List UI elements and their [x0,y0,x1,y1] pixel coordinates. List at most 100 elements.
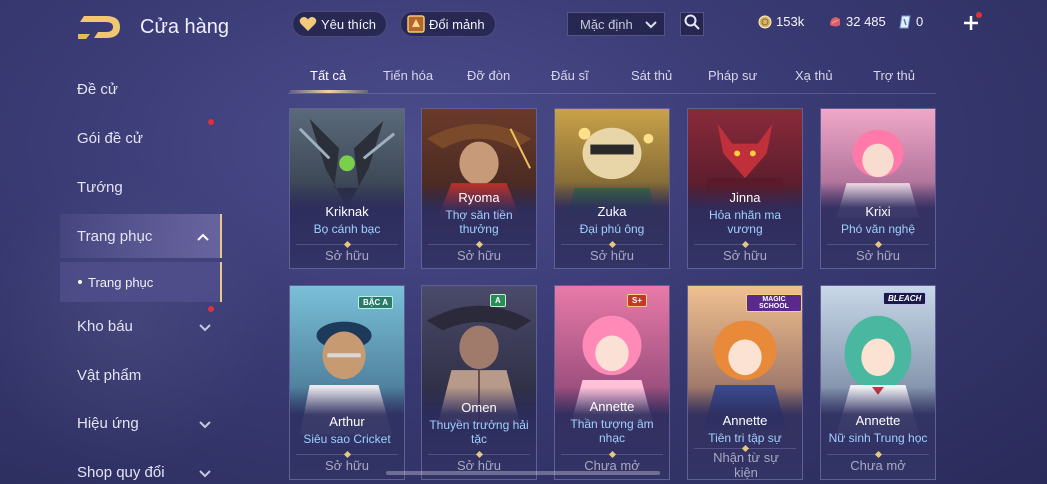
hero-name: Annette [722,413,768,428]
chevron-up-icon [196,230,210,247]
hero-name: Kriknak [325,204,369,219]
sidebar-item-recommended-packs[interactable]: Gói đề cử [60,116,222,160]
favorite-label: Yêu thích [321,16,376,32]
sidebar-item-label: Shop quy đổi [77,463,165,481]
hero-name: Annette [855,413,901,428]
favorite-button[interactable]: Yêu thích [292,11,387,37]
ownership-status: Nhận từ sự kiện [713,450,779,480]
notification-dot [208,306,214,312]
tab-support[interactable]: Trợ thủ [873,68,915,83]
skin-name: Hỏa nhãn ma vương [708,208,782,236]
skin-card[interactable]: Ryoma Thợ săn tiền thưởng Sở hữu [421,108,537,269]
chevron-down-icon [198,466,212,483]
chevron-down-icon [198,417,212,434]
collection-badge: BLEACH [883,292,927,305]
sort-dropdown[interactable]: Mặc định [567,12,665,36]
skin-name: Thần tượng âm nhạc [570,417,654,445]
sidebar-subitem-label: Trang phục [88,274,154,290]
skin-name: Tiên tri tập sự [708,431,782,445]
hero-name: Jinna [729,190,761,205]
voucher-counter: 32 485 [828,14,886,29]
heart-icon [299,15,317,33]
hero-name: Zuka [597,204,627,219]
top-up-button[interactable] [960,12,982,34]
skin-card[interactable]: Zuka Đại phú ông Sở hữu [554,108,670,269]
sort-value: Mặc định [580,16,633,32]
skin-name: Đại phú ông [579,222,645,236]
chevron-down-icon [198,320,212,337]
sidebar-item-label: Vật phẩm [77,366,142,384]
skin-name: Bọ cánh bạc [313,222,381,236]
active-tab-indicator [290,90,368,93]
search-button[interactable] [680,12,704,36]
sidebar-item-label: Hiệu ứng [77,414,139,432]
gold-counter: 153k [758,14,804,29]
bullet-icon [78,280,82,284]
voucher-icon [828,15,842,29]
skin-card[interactable]: BẬC A Arthur Siêu sao Cricket Sở hữu [289,285,405,480]
sidebar-item-label: Tướng [77,178,123,196]
sidebar-item-heroes[interactable]: Tướng [60,165,222,209]
ownership-status: Sở hữu [723,248,767,263]
sidebar-item-label: Đề cử [77,80,118,98]
quan-huy-counter: 0 [898,14,923,29]
tier-badge: BẬC A [358,296,394,309]
search-icon [684,14,700,35]
hero-name: Ryoma [458,190,500,205]
tab-marksman[interactable]: Xạ thủ [795,68,833,83]
skin-card[interactable]: Jinna Hỏa nhãn ma vương Sở hữu [687,108,803,269]
sidebar-item-label: Trang phục [77,227,153,245]
sidebar-item-recommended[interactable]: Đề cử [60,67,222,111]
sidebar-item-skins[interactable]: Trang phục [60,214,222,258]
skin-name: Thuyền trưởng hải tặc [429,418,529,446]
skin-name: Nữ sinh Trung học [828,431,928,445]
hero-name: Krixi [865,204,891,219]
ownership-status: Sở hữu [325,248,369,263]
sidebar-item-effects[interactable]: Hiệu ứng [60,401,222,445]
gold-amount: 153k [776,14,805,29]
chevron-down-icon [644,18,658,35]
tab-all[interactable]: Tất cả [310,68,346,83]
sidebar-item-items[interactable]: Vật phẩm [60,353,222,397]
tab-fighter[interactable]: Đấu sĩ [551,68,589,83]
back-logo-icon[interactable] [76,14,122,40]
skin-card[interactable]: A Omen Thuyền trưởng hải tặc Sở hữu [421,285,537,480]
collection-badge: MAGIC SCHOOL [746,294,802,312]
hero-name: Annette [589,399,635,414]
fragment-box-icon [407,15,425,33]
top-bar: Cửa hàng Yêu thích Đổi mảnh Mặc định 153… [0,0,1047,52]
sidebar-item-label: Gói đề cử [77,129,143,147]
sidebar-item-label: Kho báu [77,317,133,335]
sidebar-item-treasure[interactable]: Kho báu [60,304,222,348]
role-tabs: Tất cả Tiến hóa Đỡ đòn Đấu sĩ Sát thủ Ph… [288,60,936,94]
skin-card[interactable]: Krixi Phó văn nghệ Sở hữu [820,108,936,269]
ownership-status: Sở hữu [457,248,501,263]
tab-mage[interactable]: Pháp sư [708,68,757,83]
notification-dot [208,119,214,125]
skin-name: Thợ săn tiền thưởng [445,208,513,236]
skin-name: Phó văn nghệ [840,222,916,236]
sidebar-subitem-skins[interactable]: Trang phục [60,262,222,302]
ownership-status: Sở hữu [856,248,900,263]
skin-card[interactable]: BLEACH Annette Nữ sinh Trung học Chưa mở [820,285,936,480]
tab-tank[interactable]: Đỡ đòn [467,68,510,83]
page-title: Cửa hàng [140,16,230,38]
skin-card[interactable]: MAGIC SCHOOL Annette Tiên tri tập sự Nhậ… [687,285,803,480]
hero-name: Arthur [329,414,365,429]
exchange-label: Đổi mảnh [429,16,485,32]
tab-assassin[interactable]: Sát thủ [631,68,672,83]
exchange-fragments-button[interactable]: Đổi mảnh [400,11,496,37]
quan-huy-gem-icon [898,15,912,29]
ownership-status: Chưa mở [850,458,906,473]
tab-evolution[interactable]: Tiến hóa [383,68,433,83]
skin-card[interactable]: S+ Annette Thần tượng âm nhạc Chưa mở [554,285,670,480]
notification-dot [976,12,982,18]
voucher-amount: 32 485 [846,14,886,29]
sidebar-item-exchange-shop[interactable]: Shop quy đổi [60,450,222,484]
scrollbar[interactable] [386,471,660,475]
skin-card[interactable]: Kriknak Bọ cánh bạc Sở hữu [289,108,405,269]
skin-name: Siêu sao Cricket [303,432,391,446]
tier-badge: S+ [627,294,648,307]
hero-name: Omen [461,400,497,415]
gold-coin-icon [758,15,772,29]
